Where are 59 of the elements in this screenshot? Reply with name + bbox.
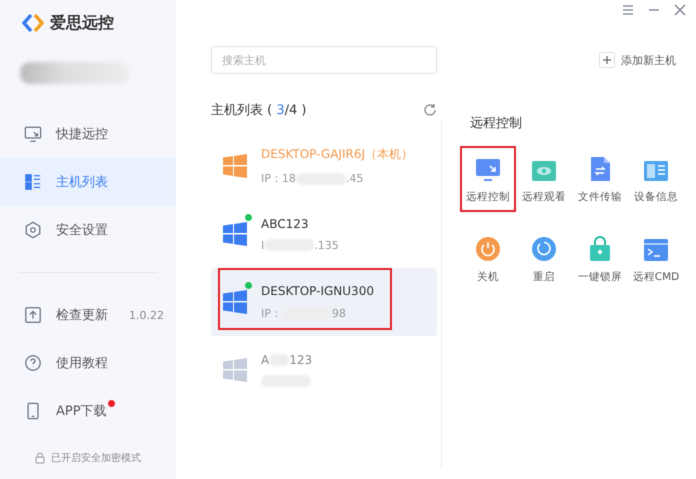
action-button[interactable]: 一键锁屏 (572, 226, 628, 292)
list-icon (24, 173, 42, 191)
action-button[interactable]: 远程CMD (628, 226, 684, 292)
sidebar-item[interactable]: 快捷远控 (0, 110, 176, 158)
lock-icon (35, 452, 45, 464)
sidebar-label: APP下载 (56, 402, 107, 420)
add-host-button[interactable]: 添加新主机 (599, 52, 676, 68)
sidebar-item[interactable]: APP下载 (0, 387, 176, 435)
shield-icon (24, 221, 42, 239)
host-name: DESKTOP-IGNU300 (261, 284, 374, 298)
sidebar-label: 使用教程 (56, 355, 108, 372)
app-title: 爱思远控 (50, 12, 114, 34)
sidebar-label: 检查更新 (56, 307, 108, 324)
monitor-icon (24, 125, 42, 143)
ip-address: I (261, 238, 264, 252)
restart-icon (531, 236, 557, 262)
version-text: 1.0.22 (129, 308, 164, 322)
action-button[interactable]: 重启 (516, 226, 572, 292)
host-row[interactable]: DESKTOP-IGNU300 IP： 98 (211, 268, 437, 336)
action-button[interactable]: 关机 (460, 226, 516, 292)
security-status: 已开启安全加密模式 (51, 452, 141, 465)
host-name: 123 (289, 353, 312, 367)
action-button[interactable]: 设备信息 (628, 146, 684, 212)
ip-address: IP： (261, 306, 282, 320)
menu-icon (622, 4, 634, 16)
logo-icon (22, 13, 44, 33)
close-icon (674, 4, 686, 16)
sidebar-item[interactable]: 使用教程 (0, 339, 176, 387)
action-button[interactable]: 远程控制 (460, 146, 516, 212)
action-button[interactable]: 远程观看 (516, 146, 572, 212)
ip-address: 98 (332, 306, 346, 320)
windows-icon (223, 290, 247, 314)
search-field[interactable]: 搜索主机 (211, 46, 437, 74)
host-name: ABC123 (261, 216, 309, 230)
host-list-title: 主机列表 ( 3/4 ) (211, 102, 306, 119)
windows-icon (223, 358, 247, 382)
host-name: A (261, 353, 270, 367)
ip-address: IP：18 (261, 171, 296, 186)
lock-icon (588, 236, 612, 262)
sidebar-item[interactable]: 检查更新 1.0.22 (0, 291, 176, 339)
help-icon (24, 354, 42, 372)
action-button[interactable]: 文件传输 (572, 146, 628, 212)
ip-address: .45 (346, 172, 364, 185)
monitor-icon (475, 158, 501, 182)
ip-address: .135 (314, 238, 339, 252)
section-title: 远程控制 (470, 115, 523, 132)
host-name: DESKTOP-GAJIR6J（本机） (261, 146, 413, 163)
update-icon (24, 306, 42, 324)
power-icon (475, 236, 501, 262)
file-icon (589, 156, 611, 182)
refresh-icon[interactable] (423, 103, 437, 117)
close-button[interactable] (672, 2, 688, 18)
panel-icon (643, 160, 669, 182)
sidebar-item[interactable]: 安全设置 (0, 206, 176, 254)
terminal-icon (643, 238, 669, 262)
plus-icon (599, 52, 615, 68)
windows-icon (223, 222, 247, 246)
eye-icon (531, 160, 557, 182)
windows-icon (223, 154, 247, 178)
